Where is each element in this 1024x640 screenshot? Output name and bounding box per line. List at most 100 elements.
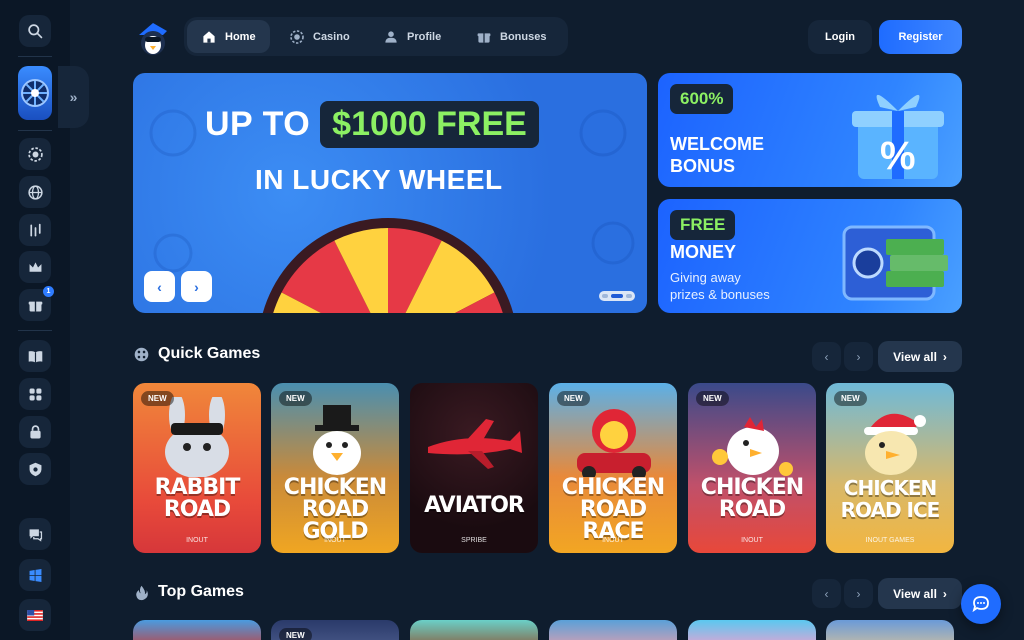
tab-home[interactable]: Home <box>187 20 270 53</box>
quick-games-prev-button[interactable]: ‹ <box>812 342 841 371</box>
game-title-line1: CHICKEN <box>700 475 804 500</box>
search-button[interactable] <box>19 15 51 47</box>
sidebar-item-vip[interactable] <box>19 251 51 283</box>
svg-text:%: % <box>880 134 916 178</box>
game-card-aviator[interactable]: AVIATOR SPRIBE <box>410 383 538 553</box>
game-provider: INOUT <box>602 537 624 544</box>
hero-prefix: UP TO <box>205 105 311 143</box>
sidebar-divider <box>18 130 52 131</box>
game-card-chicken-road-gold[interactable]: NEW CHICKEN ROAD GOLD INOUT <box>271 383 399 553</box>
game-title-line1: CHICKEN <box>843 476 937 500</box>
promo-free-money[interactable]: FREE MONEY Giving away prizes & bonuses <box>658 199 962 313</box>
support-chat-icon <box>29 528 42 542</box>
tab-profile[interactable]: Profile <box>369 20 455 53</box>
top-games-view-all[interactable]: View all › <box>878 578 962 609</box>
top-games-next-button[interactable]: › <box>844 579 873 608</box>
shield-icon <box>29 462 41 476</box>
tab-casino-label: Casino <box>313 30 350 43</box>
gift-icon <box>28 300 42 311</box>
login-button[interactable]: Login <box>808 20 872 54</box>
top-game-card[interactable] <box>410 620 538 640</box>
top-game-card[interactable] <box>133 620 261 640</box>
book-icon <box>28 350 42 362</box>
game-card-chicken-road-race[interactable]: NEW CHICKEN ROAD RACE INOUT <box>549 383 677 553</box>
support-chat-button[interactable] <box>19 518 51 550</box>
sidebar-item-games[interactable] <box>19 378 51 410</box>
game-title: CHICKEN ROAD ICE <box>826 477 954 521</box>
racer-chicken-illustration <box>577 409 651 477</box>
promo-welcome-bonus[interactable]: % 600% WELCOME BONUS <box>658 73 962 187</box>
hero-next-button[interactable]: › <box>181 271 212 302</box>
sidebar-item-gifts[interactable]: 1 <box>19 286 54 321</box>
sports-icon <box>29 223 41 236</box>
site-logo[interactable] <box>133 17 173 57</box>
game-title-line2: ROAD <box>718 497 786 522</box>
language-selector[interactable] <box>19 599 51 631</box>
sidebar-divider <box>18 56 52 57</box>
tab-home-label: Home <box>225 30 256 43</box>
windows-icon <box>29 568 41 582</box>
view-all-label: View all <box>893 349 937 364</box>
user-icon <box>385 30 397 43</box>
game-title: CHICKEN ROAD GOLD <box>271 477 399 543</box>
chevron-right-icon: › <box>942 586 947 601</box>
sidebar-divider <box>18 330 52 331</box>
quick-games-next-button[interactable]: › <box>844 342 873 371</box>
pagination-dot[interactable] <box>626 294 632 298</box>
hero-headline: UP TO $1000 FREE <box>205 101 539 148</box>
sidebar-item-security[interactable] <box>19 416 51 448</box>
sidebar-item-rules[interactable] <box>19 340 51 372</box>
game-card-chicken-road-ice[interactable]: NEW CHICKEN ROAD ICE INOUT GAMES <box>826 383 954 553</box>
game-provider: SPRIBE <box>461 537 487 544</box>
double-chevron-right-icon: » <box>69 89 78 105</box>
sidebar-item-live[interactable] <box>19 176 51 208</box>
sidebar-item-casino[interactable] <box>19 138 51 170</box>
register-button[interactable]: Register <box>879 20 962 54</box>
chevron-right-icon: › <box>856 586 861 601</box>
sidebar-item-responsible[interactable] <box>19 453 51 485</box>
gift-icon <box>477 32 491 43</box>
game-provider: INOUT <box>186 537 208 544</box>
game-card-rabbit-road[interactable]: NEW RABBIT ROAD INOUT <box>133 383 261 553</box>
section-title-quick-games: Quick Games <box>133 345 260 363</box>
quick-games-view-all[interactable]: View all › <box>878 341 962 372</box>
hero-subline: IN LUCKY WHEEL <box>255 164 503 195</box>
game-title-line1: CHICKEN <box>561 475 665 500</box>
chevron-right-icon: › <box>856 349 861 364</box>
pagination-dot-active[interactable] <box>611 294 623 298</box>
us-flag-icon <box>27 609 43 621</box>
sidebar-expand-button[interactable]: » <box>58 66 89 128</box>
home-icon <box>203 30 215 43</box>
game-title: CHICKEN ROAD <box>688 477 816 521</box>
windows-app-button[interactable] <box>19 559 51 591</box>
tab-bonuses[interactable]: Bonuses <box>462 20 560 53</box>
casino-chip-icon <box>290 29 304 44</box>
sidebar-item-sports[interactable] <box>19 214 51 246</box>
hero-prev-button[interactable]: ‹ <box>144 271 175 302</box>
pagination-dot[interactable] <box>602 294 608 298</box>
chicken-top-hat-illustration <box>313 405 361 475</box>
top-games-prev-button[interactable]: ‹ <box>812 579 841 608</box>
game-title: CHICKEN ROAD RACE <box>549 477 677 543</box>
game-provider: INOUT <box>324 537 346 544</box>
lucky-wheel-button[interactable] <box>18 66 52 120</box>
top-game-card[interactable] <box>826 620 954 640</box>
promo-description-line2: prizes & bonuses <box>670 287 770 302</box>
new-badge: NEW <box>279 391 312 406</box>
game-title-line2: ROAD ICE <box>840 498 941 522</box>
top-game-card[interactable] <box>549 620 677 640</box>
new-badge: NEW <box>279 628 312 640</box>
hero-banner[interactable]: UP TO $1000 FREE IN LUCKY WHEEL ‹ › <box>133 73 647 313</box>
chat-bubble-icon <box>972 596 989 613</box>
santa-chicken-illustration <box>864 413 926 475</box>
game-provider: INOUT GAMES <box>865 537 915 544</box>
top-game-card[interactable] <box>688 620 816 640</box>
top-game-card[interactable]: NEW <box>271 620 399 640</box>
game-card-chicken-road[interactable]: NEW CHICKEN ROAD INOUT <box>688 383 816 553</box>
casino-chip-icon <box>27 146 43 162</box>
tab-casino[interactable]: Casino <box>275 20 364 53</box>
safe-illustration <box>842 225 948 301</box>
gift-count-badge: 1 <box>43 286 54 297</box>
hero-pagination[interactable] <box>599 291 635 301</box>
live-chat-button[interactable] <box>961 584 1001 624</box>
